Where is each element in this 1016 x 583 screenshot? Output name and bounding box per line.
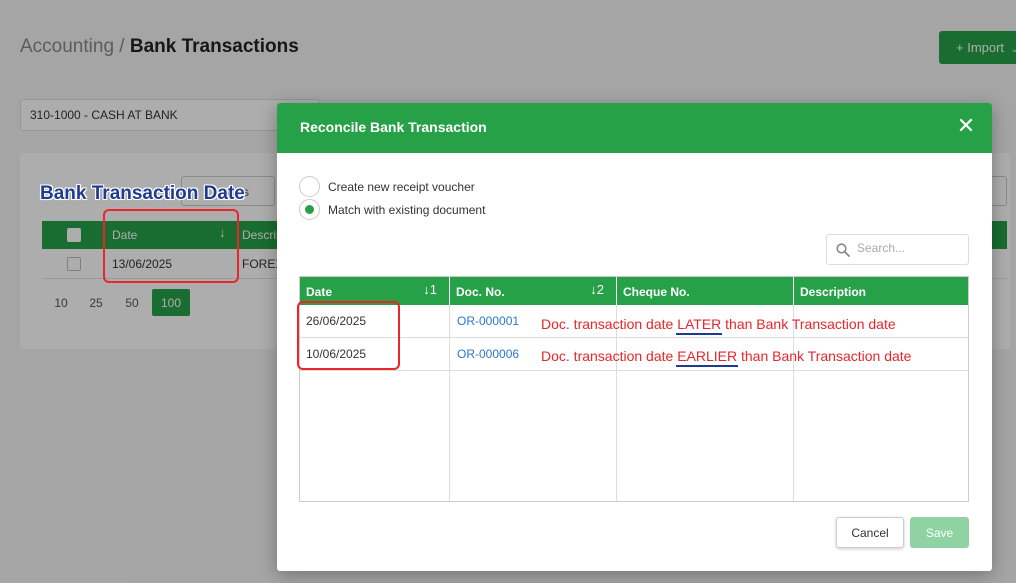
annotation-bank-transaction-date: Bank Transaction Date: [40, 183, 245, 204]
sort-icon[interactable]: ↓1: [423, 282, 437, 297]
note-text: than Bank Transaction date: [737, 348, 912, 364]
note-text: Doc. transaction date: [541, 316, 678, 332]
modal-header: Reconcile Bank Transaction ✕: [277, 103, 992, 153]
search-box[interactable]: [826, 234, 969, 265]
column-label: Cheque No.: [623, 285, 690, 299]
column-doc-no[interactable]: Doc. No. ↓2: [450, 277, 617, 305]
annotation-note-later: Doc. transaction date LATER than Bank Tr…: [541, 316, 896, 335]
annotation-highlight-box: [103, 209, 239, 283]
documents-table-header: Date ↓1 Doc. No. ↓2 Cheque No. Descripti…: [300, 277, 968, 305]
search-input[interactable]: [857, 241, 962, 255]
note-text: Doc. transaction date: [541, 348, 678, 364]
column-description[interactable]: Description: [794, 277, 968, 305]
save-button[interactable]: Save: [910, 517, 969, 548]
option-label: Create new receipt voucher: [328, 180, 475, 194]
annotation-note-earlier: Doc. transaction date EARLIER than Bank …: [541, 348, 912, 367]
note-keyword: EARLIER: [676, 348, 739, 367]
sort-icon[interactable]: ↓2: [590, 282, 604, 297]
column-label: Date: [306, 285, 333, 299]
reconcile-modal: Reconcile Bank Transaction ✕ Create new …: [277, 103, 992, 571]
radio-match-existing-document[interactable]: [299, 199, 320, 220]
note-keyword: LATER: [676, 316, 723, 335]
doc-no-link[interactable]: OR-000001: [457, 314, 519, 328]
column-label: Doc. No.: [456, 285, 505, 299]
close-icon[interactable]: ✕: [954, 114, 978, 138]
doc-no-link[interactable]: OR-000006: [457, 347, 519, 361]
modal-title: Reconcile Bank Transaction: [300, 119, 487, 135]
search-icon: [836, 243, 850, 257]
cancel-button[interactable]: Cancel: [836, 517, 904, 548]
column-label: Description: [800, 285, 867, 299]
annotation-highlight-box: [297, 301, 400, 370]
option-label: Match with existing document: [328, 203, 486, 217]
column-cheque-no[interactable]: Cheque No.: [617, 277, 794, 305]
radio-create-receipt-voucher[interactable]: [299, 176, 320, 197]
note-text: than Bank Transaction date: [721, 316, 896, 332]
